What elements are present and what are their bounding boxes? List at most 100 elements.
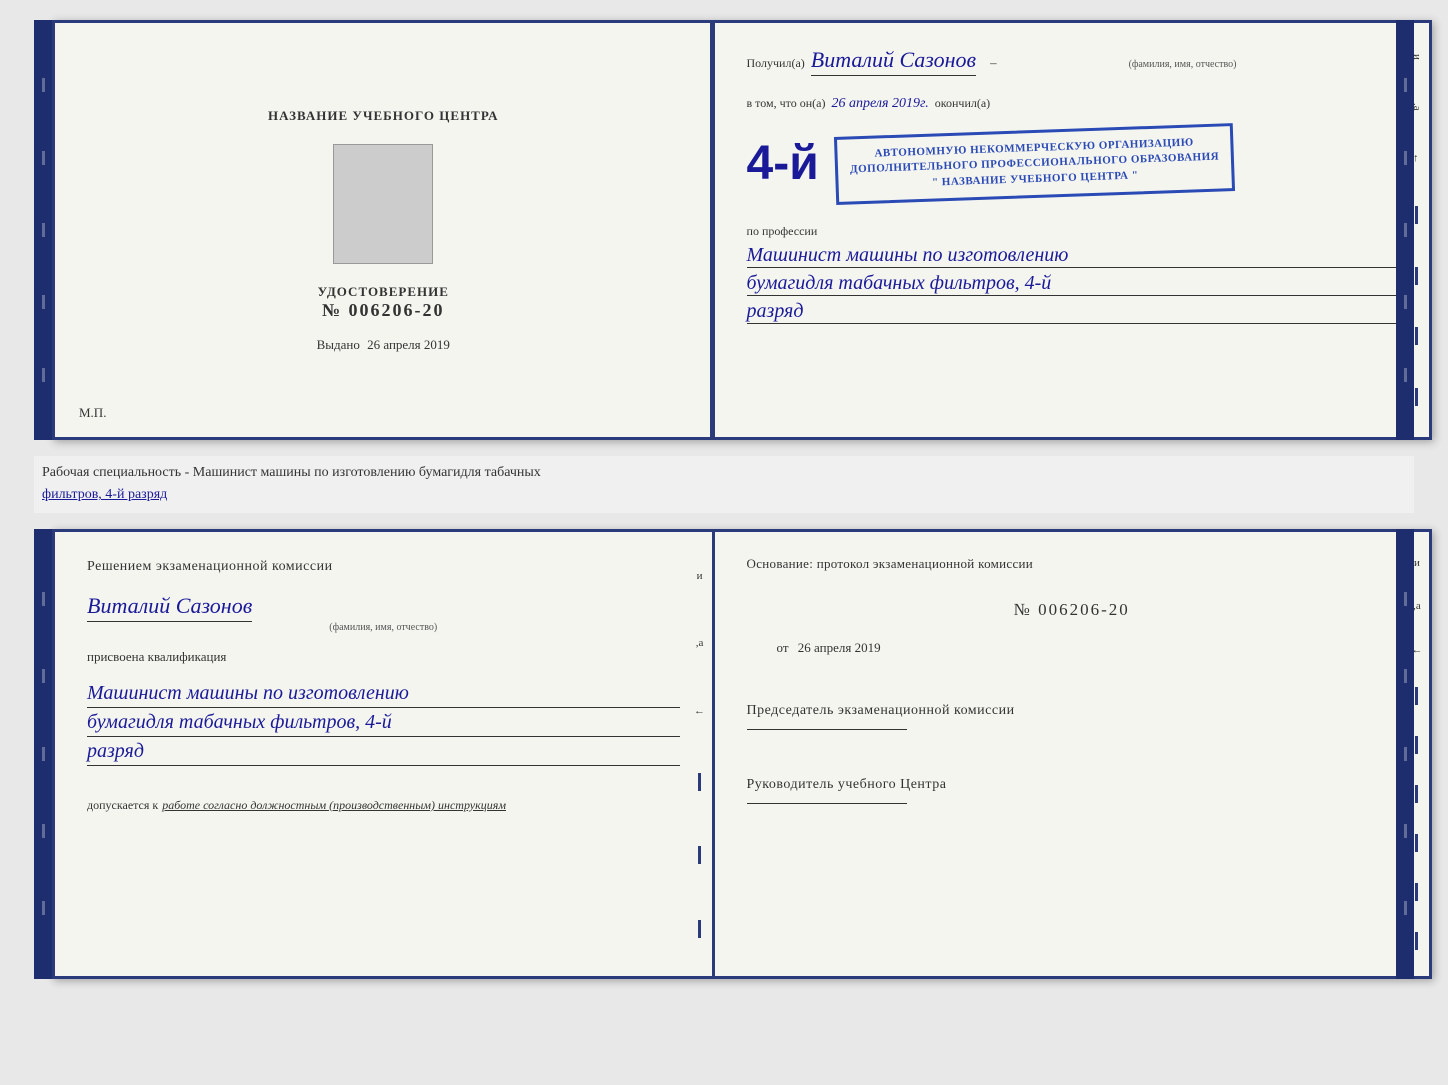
info-text-underline: фильтров, 4-й разряд: [42, 487, 167, 502]
qual-left-binding: [34, 529, 52, 979]
in-that-section: в том, что он(а) 26 апреля 2019г. окончи…: [747, 94, 1397, 112]
qr-binding-3: [1404, 747, 1407, 761]
cert-title-label: УДОСТОВЕРЕНИЕ: [318, 284, 449, 300]
profession-line1: Машинист машины по изготовлению: [747, 244, 1397, 268]
profession-line2: бумагидля табачных фильтров, 4-й: [747, 272, 1397, 296]
cert-mp-label: М.П.: [79, 405, 106, 421]
edge-dash-2: [1415, 267, 1418, 285]
cert-book: НАЗВАНИЕ УЧЕБНОГО ЦЕНТРА УДОСТОВЕРЕНИЕ №…: [52, 20, 1432, 440]
qual-person-label: (фамилия, имя, отчество): [87, 622, 680, 633]
qual-r-edge-dash-5: [1415, 883, 1418, 901]
qual-edge-л: ←: [694, 705, 705, 717]
admission-prefix: допускается к: [87, 798, 158, 813]
qr-binding-4: [1404, 824, 1407, 838]
qual-book: Решением экзаменационной комиссии Витали…: [52, 529, 1432, 979]
admission-text: работе согласно должностным (производств…: [162, 798, 506, 813]
chairman-section: Председатель экзаменационной комиссии: [747, 700, 1397, 730]
right-binding: [1396, 20, 1414, 440]
date-value: 26 апреля 2019: [798, 640, 881, 655]
profession-section: по профессии Машинист машины по изготовл…: [747, 222, 1397, 324]
binding-mark-3: [42, 223, 45, 237]
qual-left-page: Решением экзаменационной комиссии Витали…: [55, 532, 715, 976]
edge-dash-1: [1415, 206, 1418, 224]
cert-issued-line: Выдано 26 апреля 2019: [317, 337, 450, 353]
qual-r-edge-dash-6: [1415, 932, 1418, 950]
qual-edge-а: ,а: [696, 637, 704, 649]
edge-dash-3: [1415, 327, 1418, 345]
received-prefix: Получил(а): [747, 54, 805, 72]
qual-book-wrapper: Решением экзаменационной комиссии Витали…: [34, 529, 1414, 979]
qual-edge-и: и: [697, 570, 703, 582]
profession-line3: разряд: [747, 300, 1397, 324]
cert-number: № 006206-20: [322, 300, 445, 321]
qual-r-edge-dash-1: [1415, 687, 1418, 705]
qual-r-edge-и: и: [1414, 557, 1420, 569]
binding-mark-r1: [1404, 78, 1407, 92]
qual-prof-line3: разряд: [87, 737, 680, 766]
cert-recipient-section: Получил(а) Виталий Сазонов – (фамилия, и…: [747, 47, 1397, 76]
ql-binding-2: [42, 669, 45, 683]
document-container: НАЗВАНИЕ УЧЕБНОГО ЦЕНТРА УДОСТОВЕРЕНИЕ №…: [34, 20, 1414, 979]
chairman-title: Председатель экзаменационной комиссии: [747, 700, 1397, 721]
date-section: от 26 апреля 2019: [777, 640, 1397, 656]
qual-r-edge-dash-3: [1415, 785, 1418, 803]
qual-right-page: Основание: протокол экзаменационной коми…: [715, 532, 1429, 976]
date-handwritten: 26 апреля 2019г.: [832, 96, 929, 112]
qual-prof-line2: бумагидля табачных фильтров, 4-й: [87, 708, 680, 737]
qual-right-binding: [1396, 529, 1414, 979]
recipient-name: Виталий Сазонов: [811, 47, 976, 76]
qual-r-edge-dash-4: [1415, 834, 1418, 852]
in-that-prefix: в том, что он(а): [747, 94, 826, 112]
chairman-signature-line: [747, 729, 907, 730]
binding-mark-5: [42, 368, 45, 382]
cert-school-title: НАЗВАНИЕ УЧЕБНОГО ЦЕНТРА: [268, 108, 499, 124]
profession-prefix: по профессии: [747, 224, 818, 238]
qual-prof-line1: Машинист машины по изготовлению: [87, 679, 680, 708]
info-strip-text: Рабочая специальность - Машинист машины …: [42, 462, 1406, 507]
qual-edge-dash-1: [698, 773, 701, 791]
qr-binding-1: [1404, 592, 1407, 606]
qual-edge-dash-3: [698, 920, 701, 938]
protocol-number: № 006206-20: [1014, 600, 1130, 619]
qr-binding-2: [1404, 669, 1407, 683]
qual-edge-dash-2: [698, 846, 701, 864]
qr-binding-5: [1404, 901, 1407, 915]
director-title: Руководитель учебного Центра: [747, 774, 1397, 795]
binding-mark-r3: [1404, 223, 1407, 237]
qual-profession-section: Машинист машины по изготовлению бумагидл…: [87, 679, 680, 766]
binding-mark-4: [42, 295, 45, 309]
qual-r-edge-а: ,а: [1413, 600, 1421, 612]
director-section: Руководитель учебного Центра: [747, 774, 1397, 804]
issued-date: 26 апреля 2019: [367, 337, 450, 352]
cert-right-page: Получил(а) Виталий Сазонов – (фамилия, и…: [715, 23, 1429, 437]
binding-mark-2: [42, 151, 45, 165]
ql-binding-1: [42, 592, 45, 606]
binding-mark-r4: [1404, 295, 1407, 309]
qual-r-edge-dash-2: [1415, 736, 1418, 754]
stamp: АВТОНОМНУЮ НЕКОММЕРЧЕСКУЮ ОРГАНИЗАЦИЮ ДО…: [834, 123, 1235, 205]
info-strip: Рабочая специальность - Машинист машины …: [34, 456, 1414, 513]
cert-photo: [333, 144, 433, 264]
qual-edge-deco: и ,а ←: [688, 532, 712, 976]
binding-mark-r5: [1404, 368, 1407, 382]
binding-mark-r2: [1404, 151, 1407, 165]
dash-1: –: [990, 55, 997, 71]
qual-person-name: Виталий Сазонов: [87, 593, 252, 622]
date-prefix: от: [777, 640, 789, 655]
large-number-section: 4-й АВТОНОМНУЮ НЕКОММЕРЧЕСКУЮ ОРГАНИЗАЦИ…: [747, 126, 1397, 202]
qual-person-section: Виталий Сазонов (фамилия, имя, отчество): [87, 593, 680, 633]
cert-left-page: НАЗВАНИЕ УЧЕБНОГО ЦЕНТРА УДОСТОВЕРЕНИЕ №…: [55, 23, 715, 437]
info-text-normal: Рабочая специальность - Машинист машины …: [42, 465, 541, 480]
binding-mark-1: [42, 78, 45, 92]
recipient-label: (фамилия, имя, отчество): [1129, 59, 1237, 70]
ql-binding-3: [42, 747, 45, 761]
issued-label: Выдано: [317, 337, 360, 352]
decision-text: Решением экзаменационной комиссии: [87, 556, 680, 577]
ql-binding-5: [42, 901, 45, 915]
cert-book-wrapper: НАЗВАНИЕ УЧЕБНОГО ЦЕНТРА УДОСТОВЕРЕНИЕ №…: [34, 20, 1414, 440]
admission-section: допускается к работе согласно должностны…: [87, 798, 680, 813]
finished-label: окончил(а): [935, 94, 990, 112]
large-number: 4-й: [747, 140, 819, 188]
edge-dash-4: [1415, 388, 1418, 406]
ql-binding-4: [42, 824, 45, 838]
